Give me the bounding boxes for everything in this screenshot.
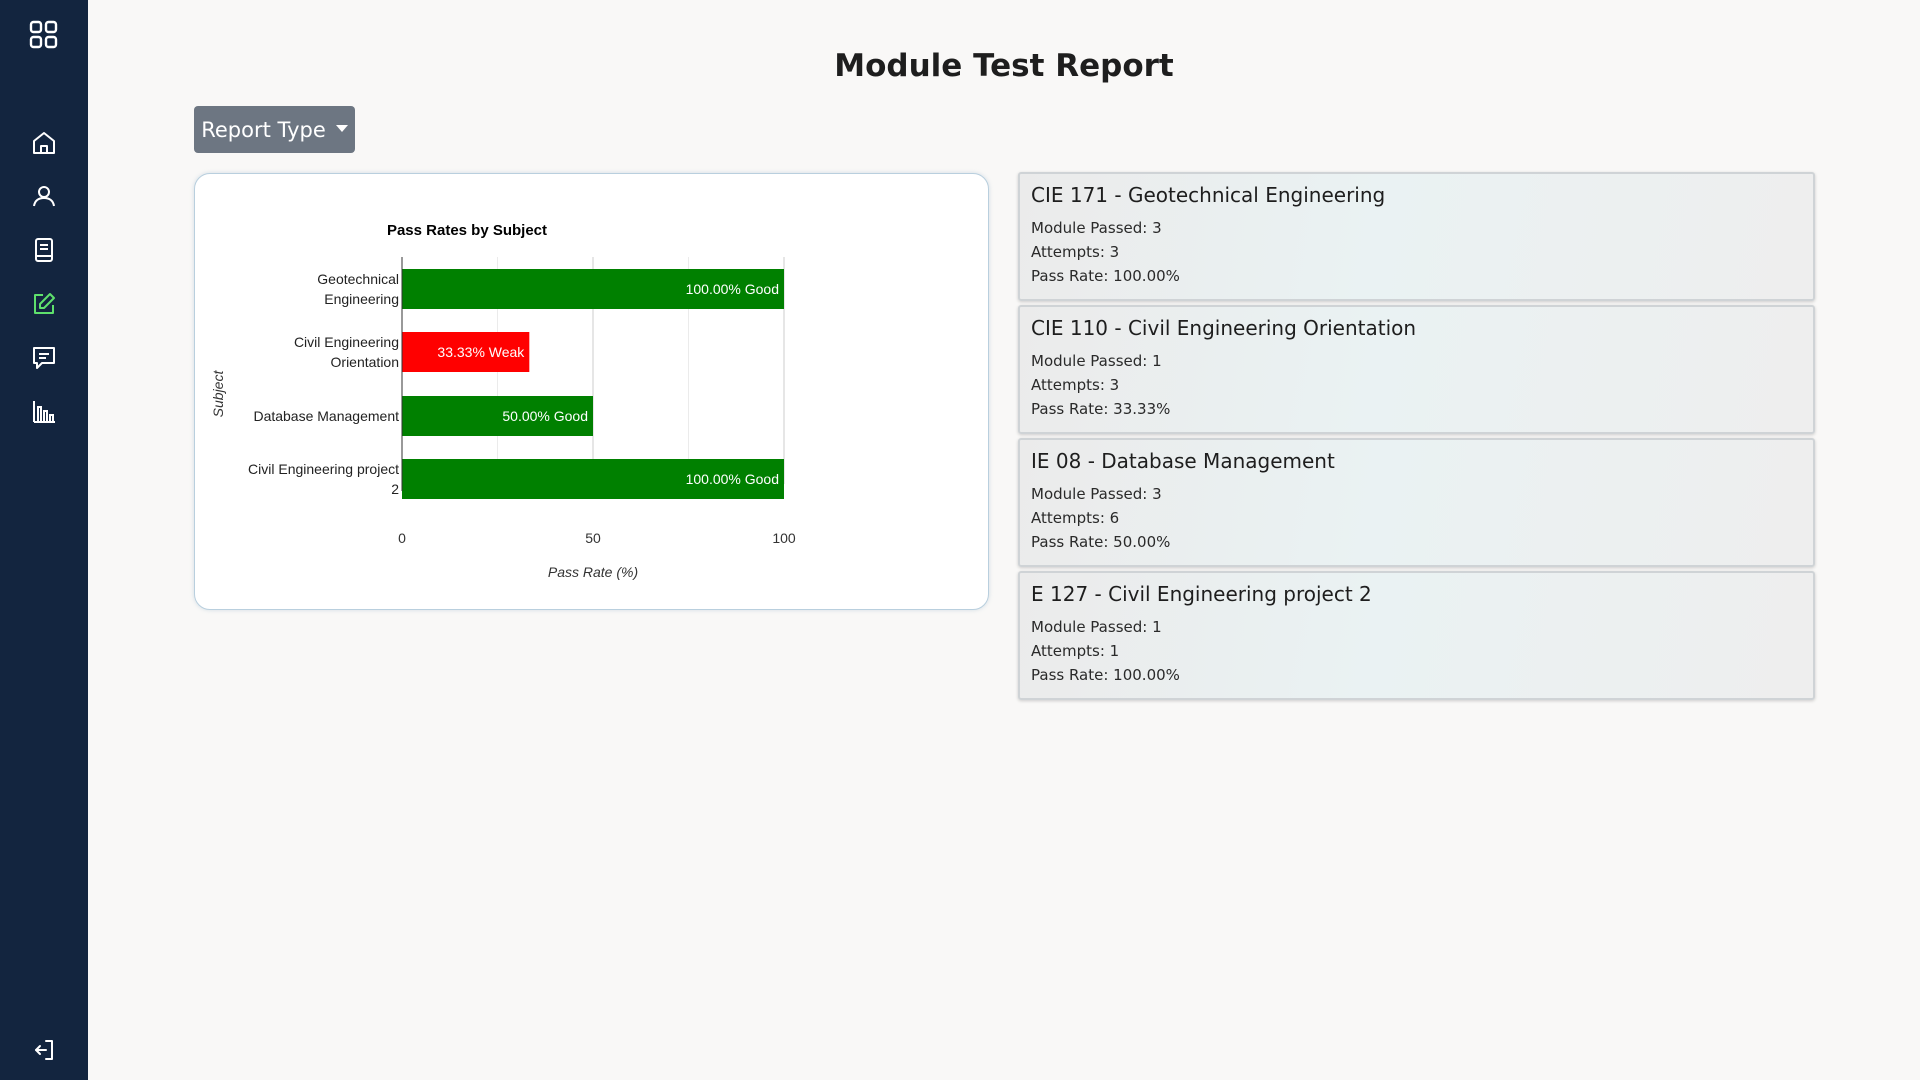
category-tick-label: Orientation (331, 354, 399, 370)
module-passed: Module Passed: 1 (1031, 352, 1162, 370)
book-icon[interactable] (26, 232, 62, 268)
module-attempts: Attempts: 3 (1031, 376, 1120, 394)
caret-down-icon (335, 125, 348, 132)
category-tick-label: 2 (391, 481, 399, 497)
module-attempts: Attempts: 3 (1031, 243, 1120, 261)
module-card[interactable]: E 127 - Civil Engineering project 2 Modu… (1018, 571, 1815, 700)
module-card-title: IE 08 - Database Management (1031, 449, 1335, 473)
bar-data-label: 100.00% Good (686, 281, 779, 297)
bar-data-label: 50.00% Good (502, 408, 588, 424)
module-card-list: CIE 171 - Geotechnical Engineering Modul… (1018, 172, 1815, 704)
bar-chart-icon[interactable] (26, 394, 62, 430)
x-tick-label: 50 (585, 530, 601, 546)
chat-icon[interactable] (26, 340, 62, 376)
report-type-label: Report Type (201, 117, 326, 142)
module-pass-rate: Pass Rate: 100.00% (1031, 666, 1180, 684)
home-icon[interactable] (26, 125, 62, 161)
module-passed: Module Passed: 3 (1031, 485, 1162, 503)
module-attempts: Attempts: 6 (1031, 509, 1120, 527)
x-tick-label: 100 (772, 530, 796, 546)
module-card-title: E 127 - Civil Engineering project 2 (1031, 582, 1372, 606)
chart-panel: Pass Rates by Subject 100.00% Good Geotech… (194, 173, 989, 610)
module-card-title: CIE 171 - Geotechnical Engineering (1031, 183, 1386, 207)
chart-title: Pass Rates by Subject (387, 222, 547, 239)
user-icon[interactable] (26, 178, 62, 214)
chart-area: Pass Rates by Subject 100.00% Good Geotech… (207, 186, 975, 596)
logout-icon[interactable] (26, 1032, 62, 1068)
module-passed: Module Passed: 3 (1031, 219, 1162, 237)
module-pass-rate: Pass Rate: 100.00% (1031, 267, 1180, 285)
module-card[interactable]: IE 08 - Database Management Module Passe… (1018, 438, 1815, 567)
y-axis-label: Subject (210, 370, 226, 418)
x-tick-label: 0 (398, 530, 406, 546)
module-card[interactable]: CIE 171 - Geotechnical Engineering Modul… (1018, 172, 1815, 301)
bar-data-label: 100.00% Good (686, 471, 779, 487)
module-pass-rate: Pass Rate: 50.00% (1031, 533, 1171, 551)
module-pass-rate: Pass Rate: 33.33% (1031, 400, 1171, 418)
category-tick-label: Civil Engineering project (248, 461, 399, 477)
category-tick-label: Civil Engineering (294, 334, 399, 350)
category-tick-label: Engineering (324, 291, 399, 307)
category-tick-label: Geotechnical (317, 271, 399, 287)
grid-icon[interactable] (26, 17, 62, 53)
module-card-title: CIE 110 - Civil Engineering Orientation (1031, 316, 1417, 340)
main-content: Module Test Report Report Type Pass Rate… (88, 0, 1920, 1080)
category-tick-label: Database Management (253, 408, 399, 424)
x-axis-label: Pass Rate (%) (548, 564, 638, 580)
pass-rate-chart: Pass Rates by Subject 100.00% Good Geotech… (210, 222, 796, 580)
module-card[interactable]: CIE 110 - Civil Engineering Orientation … (1018, 305, 1815, 434)
report-type-dropdown[interactable]: Report Type (194, 106, 355, 153)
module-passed: Module Passed: 1 (1031, 618, 1162, 636)
sidebar (0, 0, 88, 1080)
module-attempts: Attempts: 1 (1031, 642, 1120, 660)
page-title: Module Test Report (834, 48, 1174, 84)
edit-icon[interactable] (26, 286, 62, 322)
bar-data-label: 33.33% Weak (437, 344, 525, 360)
